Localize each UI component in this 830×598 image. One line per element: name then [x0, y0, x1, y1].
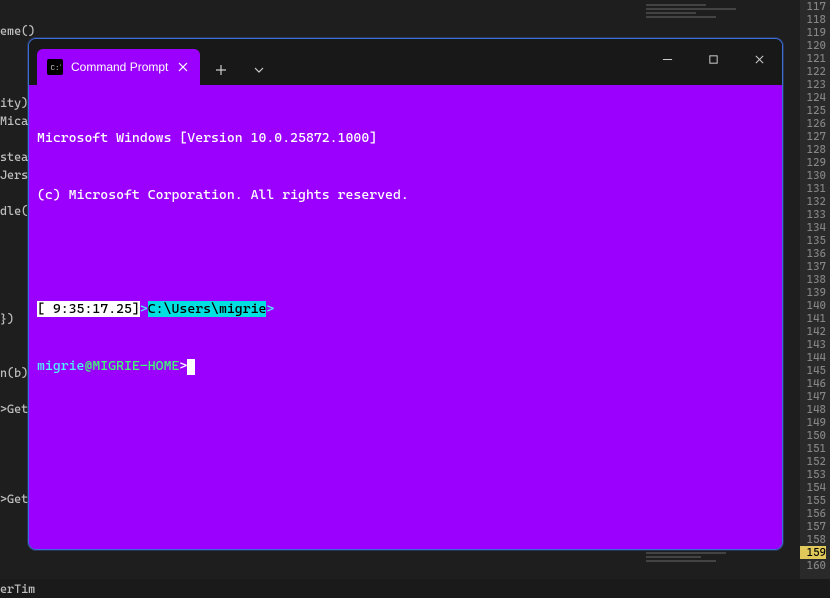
host-segment: MIGRIE-HOME [92, 358, 179, 374]
blank-line [37, 243, 774, 262]
prompt-line-2: migrie@MIGRIE-HOME> [37, 357, 774, 376]
maximize-button[interactable] [690, 39, 736, 79]
cwd-segment: C:\Users\migrie [148, 301, 267, 317]
banner-line-2: (c) Microsoft Corporation. All rights re… [37, 186, 774, 205]
prompt-gt-3: > [179, 358, 187, 374]
titlebar[interactable]: C:\ Command Prompt [29, 39, 782, 85]
tab-close-icon[interactable] [176, 60, 190, 74]
terminal-body[interactable]: Microsoft Windows [Version 10.0.25872.10… [29, 85, 782, 549]
minimize-button[interactable] [644, 39, 690, 79]
tab-title: Command Prompt [71, 60, 168, 74]
prompt-line-1: [ 9:35:17.25]>C:\Users\migrie> [37, 300, 774, 319]
svg-text:C:\: C:\ [51, 65, 62, 73]
time-segment: [ 9:35:17.25] [37, 301, 140, 317]
bg-line-numbers: 1171181191201211221231241251261271281291… [800, 0, 830, 579]
close-button[interactable] [736, 39, 782, 79]
cmd-icon: C:\ [47, 59, 63, 75]
user-segment: migrie [37, 358, 84, 374]
banner-line-1: Microsoft Windows [Version 10.0.25872.10… [37, 129, 774, 148]
tab-command-prompt[interactable]: C:\ Command Prompt [37, 49, 200, 85]
cursor [187, 359, 195, 375]
prompt-gt-1: > [140, 301, 148, 317]
new-tab-button[interactable] [204, 55, 238, 85]
caption-buttons [644, 39, 782, 79]
tab-dropdown-button[interactable] [242, 55, 276, 85]
tab-strip: C:\ Command Prompt [29, 39, 276, 85]
terminal-window: C:\ Command Prompt [28, 38, 783, 550]
prompt-gt-2: > [266, 301, 274, 317]
